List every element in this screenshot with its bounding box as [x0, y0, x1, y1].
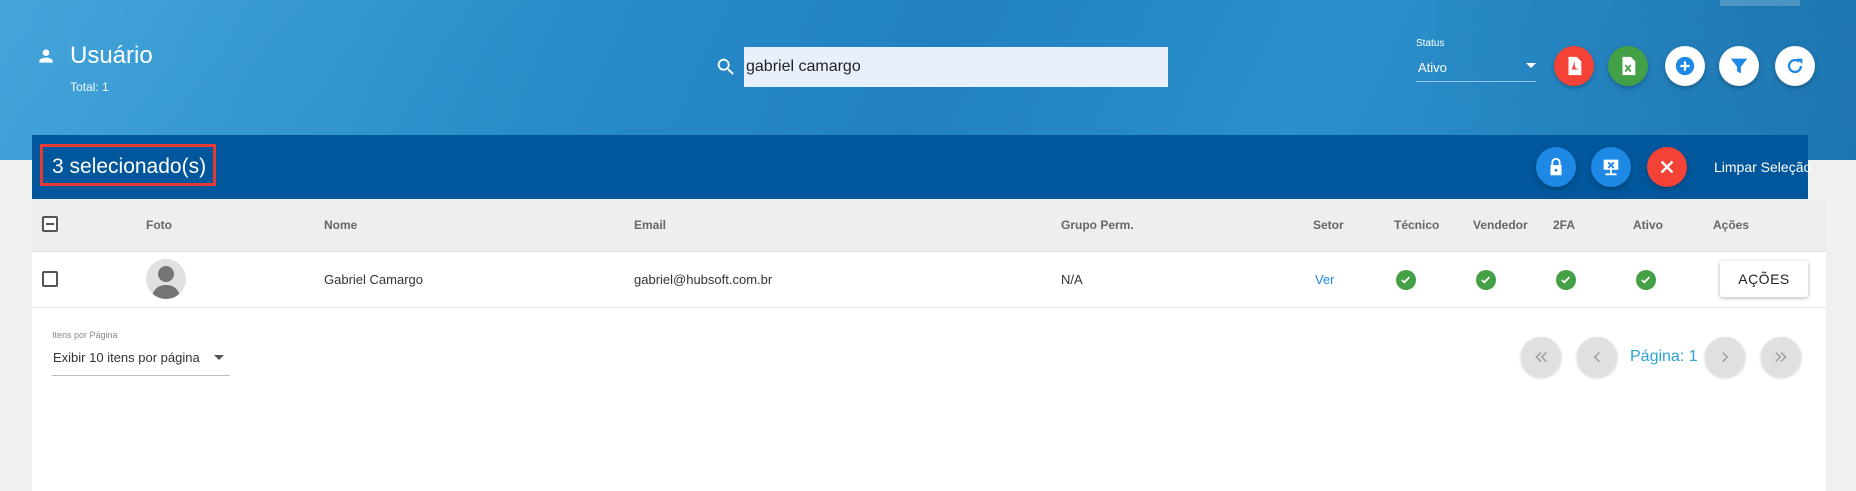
users-table-card: Foto Nome Email Grupo Perm. Setor Técnic…: [32, 199, 1826, 491]
export-excel-button[interactable]: [1608, 46, 1648, 86]
filter-button[interactable]: [1719, 46, 1759, 86]
refresh-button[interactable]: [1775, 46, 1815, 86]
cell-email: gabriel@hubsoft.com.br: [634, 272, 773, 287]
refresh-icon: [1787, 58, 1803, 74]
total-count: Total: 1: [70, 80, 109, 94]
col-setor: Setor: [1313, 218, 1344, 232]
table-row: Gabriel Camargo gabriel@hubsoft.com.br N…: [32, 252, 1826, 308]
prev-page-button[interactable]: [1577, 337, 1617, 377]
filter-icon: [1730, 58, 1748, 74]
first-page-button[interactable]: [1521, 337, 1561, 377]
double-chevron-left-icon: [1535, 351, 1547, 363]
setor-ver-link[interactable]: Ver: [1315, 272, 1335, 287]
page-indicator: Página: 1: [1630, 348, 1698, 365]
header-tab-indicator: [1720, 0, 1800, 6]
excel-icon: [1622, 56, 1636, 76]
lock-icon: [1550, 157, 1562, 176]
avatar-placeholder-icon: [152, 266, 180, 299]
items-per-page-select[interactable]: Itens por Página Exibir 10 itens por pág…: [52, 330, 230, 376]
items-per-page-label: Itens por Página: [52, 330, 118, 340]
col-grupo-perm[interactable]: Grupo Perm.: [1061, 218, 1134, 232]
col-ativo[interactable]: Ativo: [1633, 218, 1663, 232]
selection-bar: 3 selecionado(s) Limpar Seleção: [32, 135, 1811, 199]
check-circle-icon[interactable]: [1476, 270, 1496, 290]
selected-count: 3 selecionado(s): [52, 155, 207, 178]
check-circle-icon[interactable]: [1396, 270, 1416, 290]
clear-selection-link[interactable]: Limpar Seleção: [1714, 159, 1811, 175]
disconnect-button[interactable]: [1591, 147, 1631, 187]
check-circle-icon[interactable]: [1636, 270, 1656, 290]
items-per-page-value: Exibir 10 itens por página: [53, 350, 200, 365]
remove-selected-button[interactable]: [1647, 147, 1687, 187]
last-page-button[interactable]: [1761, 337, 1801, 377]
close-icon: [1660, 160, 1674, 174]
status-label: Status: [1416, 38, 1445, 49]
chevron-left-icon: [1593, 351, 1600, 363]
double-chevron-right-icon: [1775, 351, 1787, 363]
add-icon: [1675, 56, 1695, 76]
col-foto: Foto: [146, 218, 172, 232]
row-actions-button[interactable]: AÇÕES: [1720, 261, 1808, 297]
cell-nome: Gabriel Camargo: [324, 272, 423, 287]
status-select[interactable]: Status Ativo: [1416, 38, 1536, 82]
status-underline: [1416, 81, 1536, 82]
pdf-icon: [1568, 56, 1582, 76]
row-checkbox[interactable]: [42, 271, 58, 287]
add-user-button[interactable]: [1665, 46, 1705, 86]
person-icon: [39, 49, 53, 63]
search-icon: [717, 58, 734, 75]
search-input[interactable]: [744, 47, 1168, 87]
table-header: Foto Nome Email Grupo Perm. Setor Técnic…: [32, 199, 1826, 252]
disconnect-icon: [1603, 159, 1619, 176]
col-tecnico[interactable]: Técnico: [1394, 218, 1439, 232]
export-pdf-button[interactable]: [1554, 46, 1594, 86]
lock-button[interactable]: [1536, 147, 1576, 187]
next-page-button[interactable]: [1705, 337, 1745, 377]
check-circle-icon[interactable]: [1556, 270, 1576, 290]
col-nome[interactable]: Nome: [324, 218, 357, 232]
col-2fa[interactable]: 2FA: [1553, 218, 1575, 232]
chevron-down-icon: [214, 355, 224, 360]
chevron-right-icon: [1722, 351, 1729, 363]
page-title: Usuário: [70, 42, 153, 69]
col-vendedor[interactable]: Vendedor: [1473, 218, 1528, 232]
chevron-down-icon: [1526, 63, 1536, 68]
cell-grupo: N/A: [1061, 272, 1083, 287]
status-value: Ativo: [1418, 60, 1447, 75]
col-email[interactable]: Email: [634, 218, 666, 232]
select-all-checkbox[interactable]: [42, 216, 58, 232]
avatar: [146, 259, 186, 299]
col-acoes: Ações: [1713, 218, 1750, 232]
